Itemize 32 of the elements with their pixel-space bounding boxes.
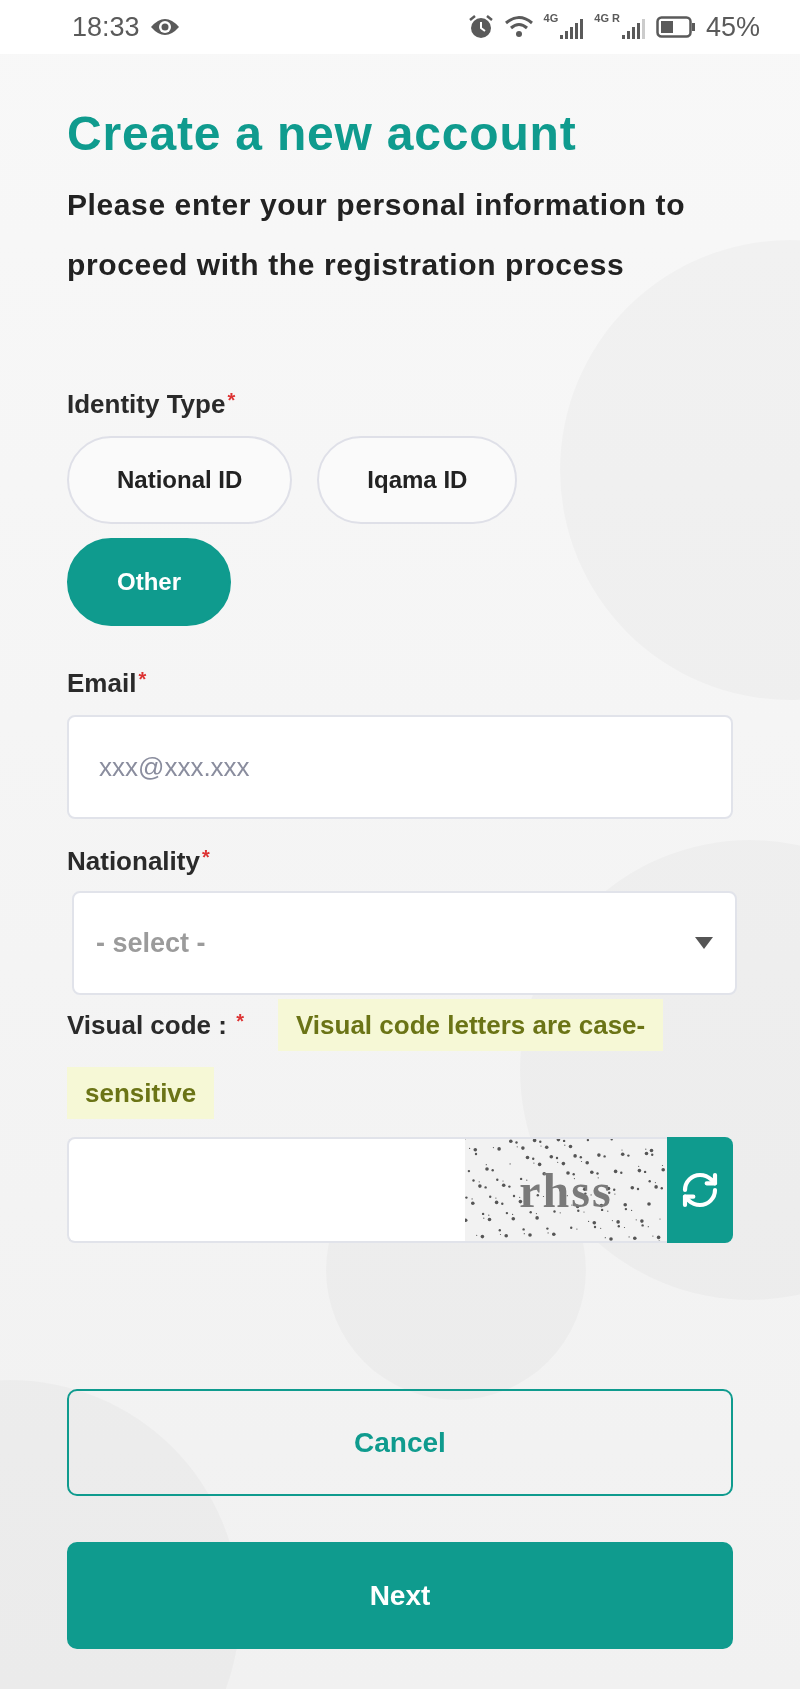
identity-type-option[interactable]: National ID bbox=[67, 436, 293, 524]
select-placeholder: - select - bbox=[96, 927, 207, 959]
email-field[interactable]: xxx@xxx.xxx bbox=[67, 715, 733, 819]
hint-text: sensitive bbox=[67, 1067, 215, 1119]
network-type: 4G R bbox=[594, 12, 620, 24]
page-subtitle: Please enter your personal information to proceed with the registration process bbox=[67, 187, 687, 283]
clock-time: 18:33 bbox=[72, 11, 140, 43]
field-label: Visual code : * bbox=[67, 1009, 244, 1041]
captcha-text: rhss bbox=[519, 1162, 613, 1218]
captcha-field[interactable] bbox=[67, 1137, 465, 1243]
required-mark: * bbox=[201, 846, 210, 868]
dropdown-caret-icon bbox=[695, 937, 713, 949]
next-button[interactable]: Next bbox=[67, 1542, 733, 1649]
identity-type-option[interactable]: Iqama ID bbox=[317, 436, 518, 524]
alarm-icon bbox=[467, 14, 494, 40]
hint-text: Visual code letters are case- bbox=[277, 999, 664, 1051]
field-label: Email bbox=[67, 668, 137, 698]
battery-icon bbox=[655, 16, 696, 38]
wifi-icon bbox=[503, 15, 534, 39]
required-mark: * bbox=[138, 668, 147, 690]
identity-type-option[interactable]: Other bbox=[67, 538, 231, 626]
cancel-button[interactable]: Cancel bbox=[67, 1389, 733, 1496]
field-label: Identity Type bbox=[67, 389, 226, 419]
eye-icon bbox=[149, 17, 180, 37]
field-label: Nationality bbox=[67, 846, 200, 876]
network-type: 4G bbox=[543, 12, 559, 24]
page-title: Create a new account bbox=[67, 106, 578, 161]
battery-percentage: 45% bbox=[705, 11, 760, 43]
nationality-select[interactable]: - select - bbox=[72, 891, 737, 995]
refresh-button[interactable] bbox=[667, 1137, 733, 1243]
refresh-icon bbox=[680, 1170, 720, 1210]
required-mark: * bbox=[227, 389, 236, 411]
